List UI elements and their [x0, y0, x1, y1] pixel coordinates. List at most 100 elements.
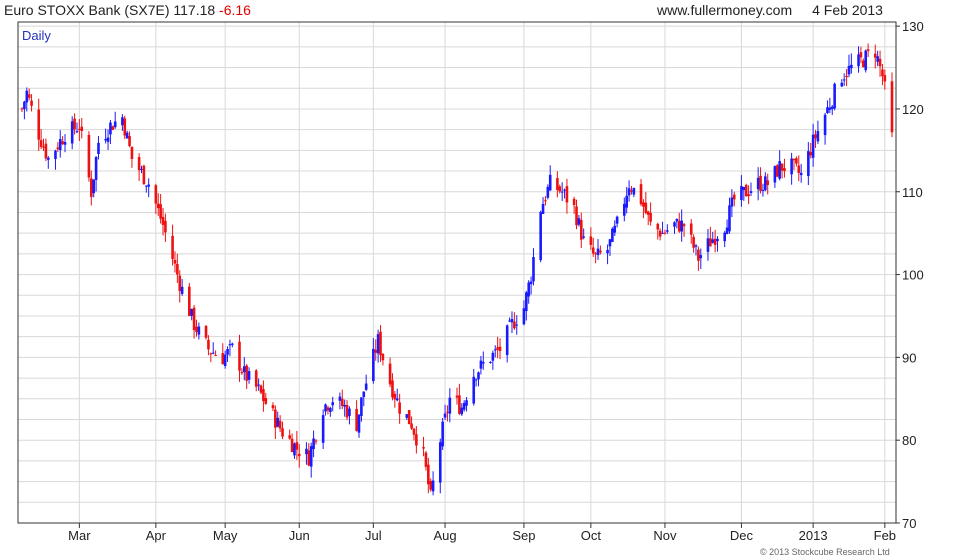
- candle: [412, 427, 416, 441]
- candle: [297, 444, 301, 468]
- candle: [164, 213, 167, 242]
- candle: [125, 130, 129, 139]
- candle: [560, 182, 564, 201]
- candle: [481, 351, 485, 370]
- candle: [130, 146, 134, 168]
- candle: [675, 218, 679, 229]
- candle: [271, 402, 275, 412]
- candle: [364, 374, 368, 391]
- candle: [677, 212, 681, 233]
- candle: [823, 112, 827, 145]
- candle: [563, 188, 566, 199]
- candle: [866, 43, 870, 58]
- candle: [23, 100, 26, 120]
- candle: [54, 149, 57, 170]
- candle: [658, 228, 662, 241]
- candle: [42, 138, 45, 151]
- x-tick-label: Aug: [433, 528, 456, 543]
- candle: [546, 184, 550, 200]
- candle: [276, 411, 280, 428]
- candle: [529, 276, 533, 295]
- x-tick-label: Nov: [653, 528, 677, 543]
- candle: [27, 88, 31, 101]
- candle: [740, 175, 743, 207]
- candle: [783, 158, 786, 178]
- candle: [360, 397, 363, 422]
- candle: [575, 199, 578, 230]
- candle: [92, 179, 96, 198]
- candle: [104, 128, 107, 144]
- candle: [94, 156, 98, 192]
- candle: [663, 229, 667, 235]
- candle: [799, 163, 803, 183]
- candle: [725, 219, 729, 235]
- candle: [479, 355, 483, 375]
- candle: [826, 100, 829, 114]
- candle: [238, 334, 241, 382]
- candle: [510, 311, 514, 334]
- x-tick-label: 2013: [799, 528, 828, 543]
- candle: [472, 368, 476, 406]
- candle: [505, 324, 509, 363]
- candle: [348, 406, 351, 425]
- candle: [594, 252, 597, 264]
- candle: [706, 229, 710, 261]
- candle: [245, 364, 248, 389]
- candle: [188, 282, 191, 317]
- candle: [756, 167, 760, 201]
- candle: [61, 136, 64, 146]
- candle: [749, 182, 753, 196]
- y-tick-label: 100: [902, 268, 924, 283]
- y-tick-label: 90: [902, 350, 916, 365]
- candle: [716, 236, 719, 252]
- candle: [231, 342, 234, 348]
- candle: [689, 219, 693, 244]
- candle: [37, 98, 41, 151]
- candle: [257, 378, 260, 391]
- candle: [515, 315, 519, 335]
- x-tick-label: Mar: [68, 528, 91, 543]
- candle: [288, 429, 291, 440]
- candle: [878, 50, 882, 77]
- candle: [295, 430, 299, 460]
- candle: [850, 53, 853, 74]
- candle: [70, 116, 74, 150]
- candle: [431, 471, 435, 496]
- candle: [864, 49, 868, 73]
- candle: [226, 346, 229, 362]
- candle: [556, 171, 559, 198]
- candle: [807, 142, 810, 186]
- candle: [262, 380, 265, 412]
- candle: [649, 202, 652, 226]
- candle: [474, 378, 478, 387]
- candle: [242, 357, 246, 381]
- candle: [723, 230, 726, 248]
- candle: [589, 227, 593, 250]
- candle: [97, 136, 100, 160]
- candle: [293, 442, 296, 459]
- candle: [80, 118, 84, 139]
- candle: [496, 336, 499, 359]
- candle: [381, 352, 385, 366]
- candle: [264, 392, 268, 405]
- candle: [489, 361, 492, 364]
- candle: [630, 185, 633, 195]
- candle: [113, 111, 117, 129]
- x-tick-label: May: [213, 528, 238, 543]
- candle: [142, 164, 146, 185]
- candle: [25, 87, 29, 112]
- candle: [147, 178, 150, 198]
- candle: [541, 197, 545, 215]
- candle: [873, 44, 877, 69]
- candle: [642, 199, 645, 219]
- candle: [448, 388, 452, 423]
- candle: [424, 451, 428, 471]
- candle: [577, 214, 581, 227]
- candle: [78, 119, 81, 141]
- candle: [859, 46, 863, 64]
- candle: [395, 388, 399, 402]
- candle: [309, 442, 313, 478]
- candle: [221, 343, 225, 365]
- candle: [106, 129, 110, 150]
- candle: [223, 350, 227, 369]
